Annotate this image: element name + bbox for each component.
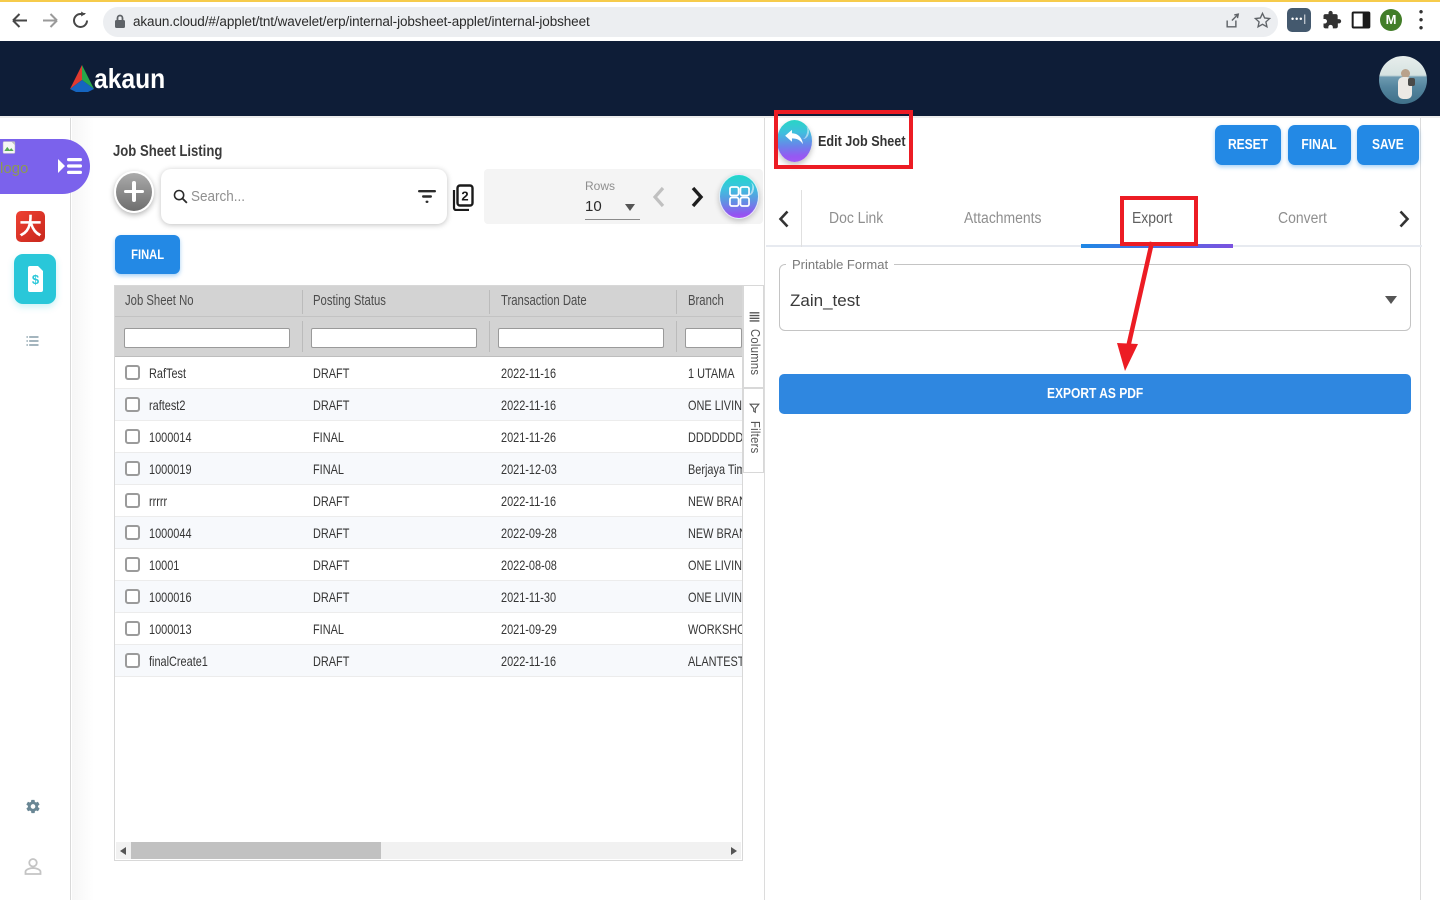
svg-text:2: 2 — [461, 189, 468, 204]
svg-text:$: $ — [32, 272, 40, 287]
